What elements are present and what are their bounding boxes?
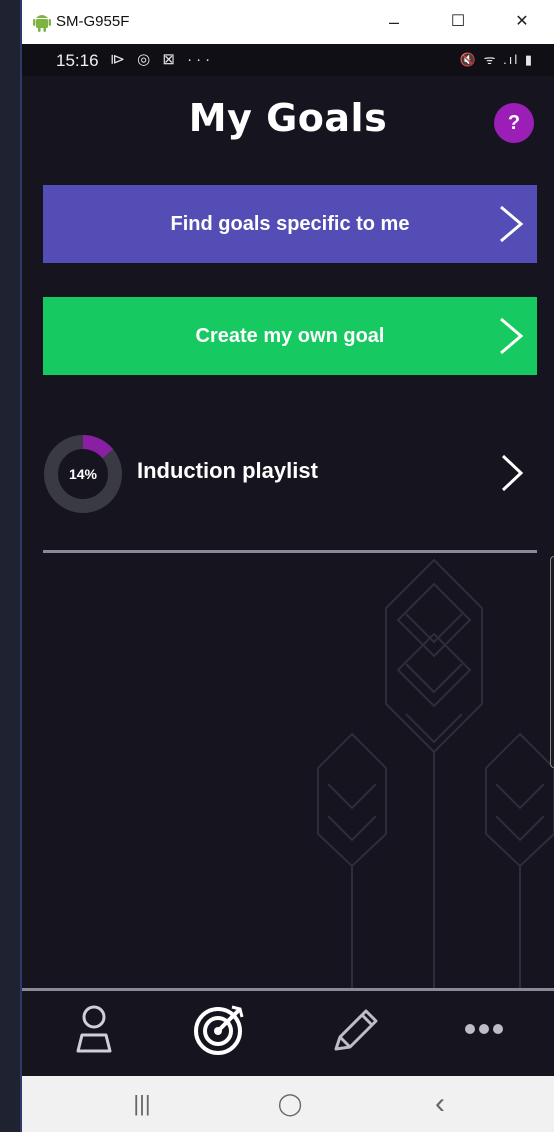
create-goal-button[interactable]: Create my own goal xyxy=(43,297,537,375)
help-button[interactable]: ? xyxy=(494,103,534,143)
phone-screen: 15:16 ⧐ ◎ ⊠ ··· 🔇 ᯤ .ıl ▮ My Goals ? Fin… xyxy=(22,44,554,1132)
home-button[interactable]: ◯ xyxy=(260,1086,320,1122)
find-goals-label: Find goals specific to me xyxy=(170,213,410,235)
chevron-right-icon xyxy=(500,317,524,355)
window-titlebar: SM-G955F – ☐ ✕ xyxy=(22,0,554,44)
android-nav-bar: ||| ◯ ‹ xyxy=(22,1076,554,1132)
recents-button[interactable]: ||| xyxy=(112,1086,172,1122)
android-robot-icon xyxy=(33,15,51,32)
minimize-button[interactable]: – xyxy=(372,8,416,36)
chevron-right-icon xyxy=(500,205,524,243)
window-title: SM-G955F xyxy=(56,13,130,30)
status-bar: 15:16 ⧐ ◎ ⊠ ··· 🔇 ᯤ .ıl ▮ xyxy=(22,44,554,76)
find-goals-button[interactable]: Find goals specific to me xyxy=(43,185,537,263)
maximize-button[interactable]: ☐ xyxy=(436,8,480,36)
progress-percent: 14% xyxy=(68,466,98,482)
page-title: My Goals xyxy=(188,96,388,140)
status-notification-icons: ⧐ ◎ ⊠ ··· xyxy=(110,51,215,68)
pencil-icon[interactable] xyxy=(324,999,384,1059)
emulator-frame xyxy=(0,0,22,1132)
goal-row[interactable]: 14% Induction playlist xyxy=(43,432,537,532)
back-button[interactable]: ‹ xyxy=(410,1086,470,1122)
target-icon[interactable] xyxy=(190,999,250,1059)
chevron-right-icon xyxy=(501,454,524,492)
close-button[interactable]: ✕ xyxy=(500,8,544,36)
goal-title: Induction playlist xyxy=(137,458,318,483)
status-time: 15:16 xyxy=(56,51,99,70)
tree-illustration xyxy=(317,558,554,990)
person-icon[interactable] xyxy=(64,999,124,1059)
more-dots-icon[interactable] xyxy=(454,999,514,1059)
bottom-nav xyxy=(22,988,554,1077)
scrollbar-handle[interactable] xyxy=(550,556,554,768)
status-system-icons: 🔇 ᯤ .ıl ▮ xyxy=(459,52,534,67)
divider xyxy=(43,550,537,553)
create-goal-label: Create my own goal xyxy=(195,325,385,347)
